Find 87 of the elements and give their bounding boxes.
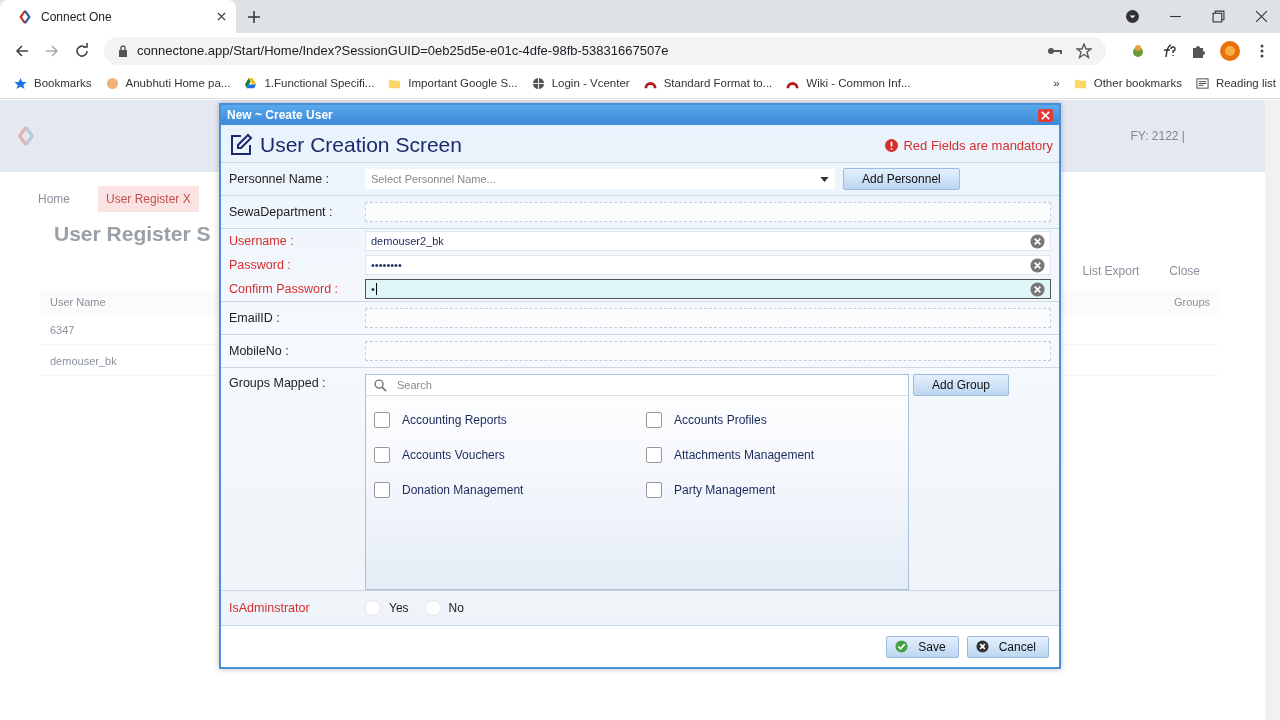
bookmark[interactable]: Bookmarks [14, 76, 92, 90]
profile-menu-icon[interactable] [1126, 10, 1139, 23]
restore-icon[interactable] [1212, 10, 1225, 23]
new-tab-icon[interactable] [248, 10, 260, 23]
input-field[interactable] [365, 341, 1051, 361]
checkbox-label: Attachments Management [674, 448, 815, 462]
bookmark[interactable]: Login - Vcenter [531, 76, 630, 90]
page-title: User Register S [54, 222, 211, 245]
field-label: Confirm Password : [229, 282, 340, 296]
field-label: Personnel Name : [229, 172, 331, 186]
field-label: MobileNo : [229, 344, 290, 358]
bookmark-folder[interactable]: Other bookmarks [1073, 76, 1182, 90]
close-icon[interactable] [1255, 10, 1268, 23]
table-cell: demouser_bk [50, 355, 117, 367]
address-bar[interactable]: connectone.app/Start/Home/Index?SessionGUID=0eb25d5e-e01c-4dfe-98fb-53831667507e [104, 36, 1106, 65]
checkbox[interactable] [374, 482, 390, 498]
field-label: Password : [229, 258, 292, 272]
bookmark[interactable]: Important Google S... [388, 76, 518, 90]
check-icon [895, 640, 909, 653]
checkbox[interactable] [374, 447, 390, 463]
bookmark[interactable]: 1.Functional Specifi... [244, 76, 375, 90]
checkbox-label: Accounting Reports [402, 413, 507, 427]
field-label: SewaDepartment : [229, 205, 334, 219]
add-personnel-button[interactable]: Add Personnel [843, 168, 960, 190]
dialog-title: New ~ Create User [227, 108, 333, 122]
radio-button[interactable] [365, 600, 381, 616]
tab-title: Connect One [41, 9, 113, 24]
browser-tab[interactable]: Connect One [0, 0, 236, 33]
list-icon [1195, 76, 1209, 90]
clear-icon[interactable] [1030, 233, 1045, 249]
add-group-button[interactable]: Add Group [913, 374, 1010, 396]
column-header: Groups [1173, 296, 1210, 308]
logo-icon [18, 9, 32, 24]
alert-icon [885, 138, 899, 152]
save-button[interactable]: Save [886, 635, 959, 658]
checkbox-label: Donation Management [402, 483, 524, 497]
back-icon[interactable] [14, 42, 30, 59]
checkbox-label: Party Management [674, 483, 776, 497]
checkbox-label: Accounts Vouchers [402, 448, 505, 462]
url-text: connectone.app/Start/Home/Index?SessionGUID=0eb25d5e-e01c-4dfe-98fb-53831667507e [137, 43, 669, 58]
radio-button[interactable] [424, 600, 441, 616]
field-label: Username : [229, 234, 295, 248]
checkbox[interactable] [646, 482, 662, 498]
input-field[interactable]: demouser2_bk [365, 231, 1051, 251]
lock-icon [118, 44, 128, 57]
avatar-icon[interactable] [1220, 40, 1240, 61]
input-field[interactable]: •••••••• [365, 255, 1051, 275]
globe-icon [531, 76, 545, 90]
close-icon [975, 640, 989, 653]
star-icon [14, 76, 27, 90]
clear-icon[interactable] [1030, 257, 1045, 273]
reading-list[interactable]: Reading list [1195, 76, 1276, 90]
close-icon[interactable] [217, 12, 226, 21]
field-label: EmailID : [229, 311, 281, 325]
reload-icon[interactable] [74, 42, 90, 59]
search-icon [374, 378, 387, 392]
radio-label: Yes [389, 601, 409, 615]
more-bookmarks[interactable]: » [1053, 77, 1060, 89]
app-tab[interactable]: User Register X [98, 186, 199, 212]
drive-icon [244, 76, 258, 90]
logo-icon [16, 125, 36, 147]
checkbox[interactable] [646, 412, 662, 428]
input-field[interactable] [365, 202, 1051, 222]
checkbox[interactable] [374, 412, 390, 428]
radio-label: No [448, 601, 464, 615]
bookmark[interactable]: Wiki - Common Inf... [786, 76, 911, 90]
cancel-button[interactable]: Cancel [966, 635, 1049, 658]
field-label: Groups Mapped : [229, 376, 327, 390]
bookmark[interactable]: Anubhuti Home pa... [105, 76, 231, 90]
personnel-dropdown[interactable]: Select Personnel Name... [365, 169, 835, 189]
bookmark[interactable]: Standard Format to... [643, 76, 773, 90]
input-field[interactable]: • [365, 279, 1051, 299]
scrollbar[interactable] [1265, 100, 1280, 720]
dialog-heading: User Creation Screen [260, 133, 462, 157]
forward-icon[interactable] [44, 42, 60, 59]
field-label: IsAdminstrator [229, 601, 311, 615]
column-header: User Name [50, 296, 106, 308]
star-icon[interactable] [1076, 42, 1092, 59]
clear-icon[interactable] [1030, 281, 1045, 297]
checkbox-label: Accounts Profiles [674, 413, 767, 427]
checkbox[interactable] [646, 447, 662, 463]
input-field[interactable] [365, 308, 1051, 328]
edit-icon [229, 133, 253, 157]
header-info: FY: 2122 | [1130, 129, 1185, 143]
table-cell: 6347 [50, 324, 75, 336]
mandatory-note: Red Fields are mandatory [903, 137, 1053, 153]
caret-icon [820, 176, 829, 182]
